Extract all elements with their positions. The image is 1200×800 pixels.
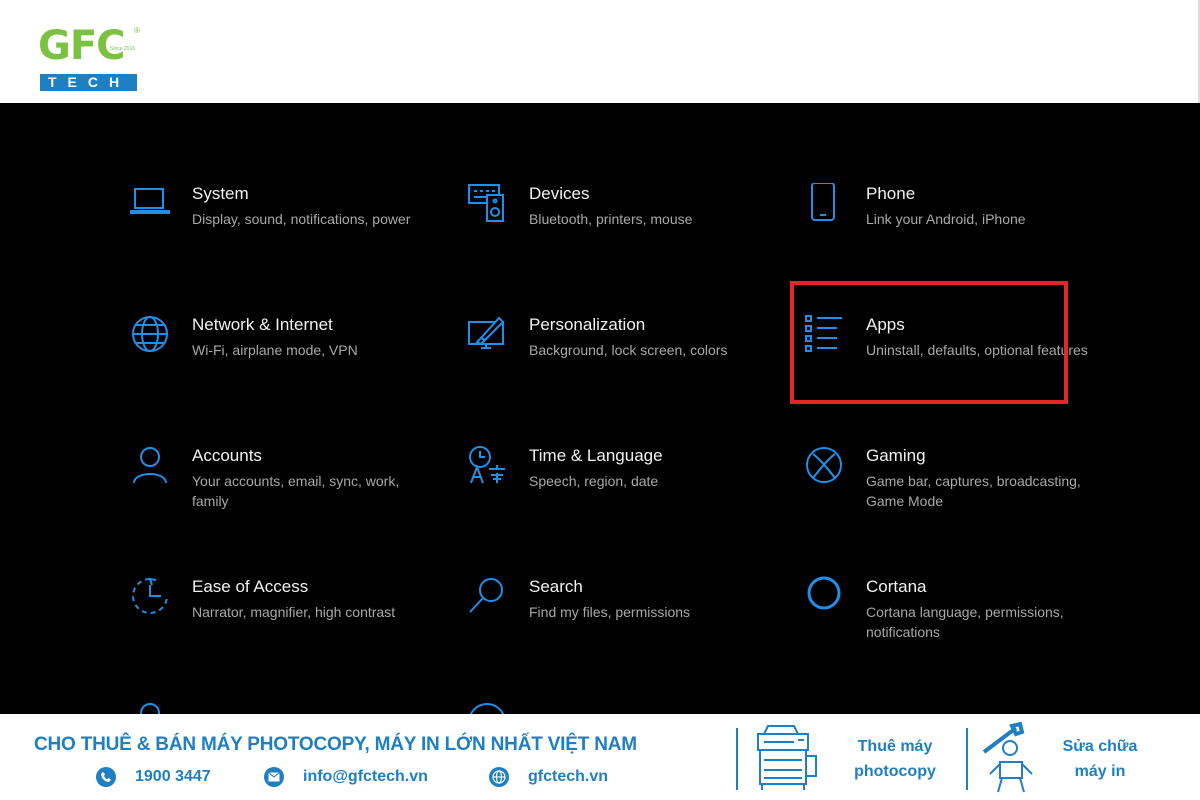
laptop-icon	[130, 183, 170, 223]
page: GFC Since 2016 ® TECH System Display, so…	[0, 0, 1200, 800]
tile-description: Link your Android, iPhone	[866, 211, 1026, 227]
cortana-ring-icon	[804, 576, 844, 616]
apps-highlight-box	[790, 281, 1068, 404]
keyboard-speaker-icon	[467, 183, 507, 223]
footer-email-text: info@gfctech.vn	[303, 768, 428, 785]
tile-description: Speech, region, date	[529, 473, 659, 489]
web-globe-icon	[489, 767, 509, 787]
tile-description: Game bar, captures, broadcasting, Game M…	[866, 473, 1081, 509]
footer-phone[interactable]: 1900 3447	[96, 766, 211, 788]
settings-tile-search[interactable]: Search Find my files, permissions	[467, 576, 767, 666]
footer-banner: CHO THUÊ & BÁN MÁY PHOTOCOPY, MÁY IN LỚN…	[0, 714, 1200, 800]
settings-tile-phone[interactable]: Phone Link your Android, iPhone	[804, 182, 1104, 273]
tile-description: Wi-Fi, airplane mode, VPN	[192, 342, 358, 358]
settings-tile-network[interactable]: Network & Internet Wi-Fi, airplane mode,…	[130, 314, 430, 404]
tile-title: Phone	[866, 184, 916, 203]
tile-title: System	[192, 184, 249, 203]
tile-description: Display, sound, notifications, power	[192, 211, 411, 227]
tile-title: Time & Language	[529, 446, 663, 465]
brush-monitor-icon	[467, 314, 507, 354]
tile-description: Find my files, permissions	[529, 604, 691, 620]
tile-title: Gaming	[866, 446, 926, 465]
phone-icon	[804, 182, 844, 223]
service-repair-printer[interactable]: Sửa chữa máy in	[1052, 734, 1148, 784]
tile-title: Ease of Access	[192, 577, 309, 596]
settings-tile-devices[interactable]: Devices Bluetooth, printers, mouse	[467, 183, 767, 273]
footer-phone-text: 1900 3447	[135, 768, 211, 785]
service-rent-line2: photocopy	[854, 763, 936, 780]
logo-sub-text: TECH	[40, 74, 137, 91]
top-banner: GFC Since 2016 ® TECH	[0, 0, 1200, 103]
footer-email[interactable]: info@gfctech.vn	[264, 766, 428, 788]
magnifier-icon	[467, 576, 507, 616]
clock-language-icon	[467, 445, 507, 485]
globe-icon	[130, 314, 170, 354]
phone-call-icon	[96, 767, 116, 787]
photocopier-icon	[748, 722, 820, 797]
tile-description: Cortana language, permissions, notificat…	[866, 604, 1064, 640]
tile-title: Cortana	[866, 577, 927, 596]
tile-description: Background, lock screen, colors	[529, 342, 728, 358]
ease-of-access-icon	[130, 576, 170, 616]
service-rent-line1: Thuê máy	[857, 738, 933, 755]
tile-description: Bluetooth, printers, mouse	[529, 211, 693, 227]
footer-website[interactable]: gfctech.vn	[489, 766, 608, 788]
service-repair-line1: Sửa chữa	[1062, 738, 1138, 755]
footer-headline: CHO THUÊ & BÁN MÁY PHOTOCOPY, MÁY IN LỚN…	[34, 734, 637, 755]
settings-tile-system[interactable]: System Display, sound, notifications, po…	[130, 183, 430, 273]
repair-technician-icon	[980, 721, 1048, 799]
tile-title: Accounts	[192, 446, 262, 465]
settings-screen: System Display, sound, notifications, po…	[0, 103, 1200, 714]
service-rent-photocopy[interactable]: Thuê máy photocopy	[846, 734, 944, 784]
tile-title: Personalization	[529, 315, 646, 334]
mail-icon	[264, 767, 284, 787]
update-security-icon	[468, 703, 506, 714]
logo-registered-mark: ®	[134, 26, 140, 35]
person-icon	[130, 445, 170, 485]
footer-divider	[736, 728, 738, 790]
logo-since-text: Since 2016	[110, 46, 136, 52]
footer-divider	[966, 728, 968, 790]
settings-tile-cortana[interactable]: Cortana Cortana language, permissions, n…	[804, 576, 1104, 666]
tile-title: Devices	[529, 184, 590, 203]
tile-title: Search	[529, 577, 583, 596]
settings-tile-gaming[interactable]: Gaming Game bar, captures, broadcasting,…	[804, 445, 1104, 535]
tile-description: Narrator, magnifier, high contrast	[192, 604, 396, 620]
tile-title: Network & Internet	[192, 315, 333, 334]
gfc-tech-logo: GFC Since 2016 ® TECH	[38, 26, 142, 94]
settings-tile-ease-of-access[interactable]: Ease of Access Narrator, magnifier, high…	[130, 576, 430, 666]
footer-website-text: gfctech.vn	[528, 768, 609, 785]
settings-tile-time-language[interactable]: Time & Language Speech, region, date	[467, 445, 767, 535]
tile-description: Your accounts, email, sync, work, family	[192, 473, 400, 509]
xbox-icon	[804, 445, 844, 485]
settings-tile-accounts[interactable]: Accounts Your accounts, email, sync, wor…	[130, 445, 430, 535]
privacy-lock-icon	[140, 703, 160, 714]
settings-tile-personalization[interactable]: Personalization Background, lock screen,…	[467, 314, 767, 404]
service-repair-line2: máy in	[1074, 763, 1126, 780]
